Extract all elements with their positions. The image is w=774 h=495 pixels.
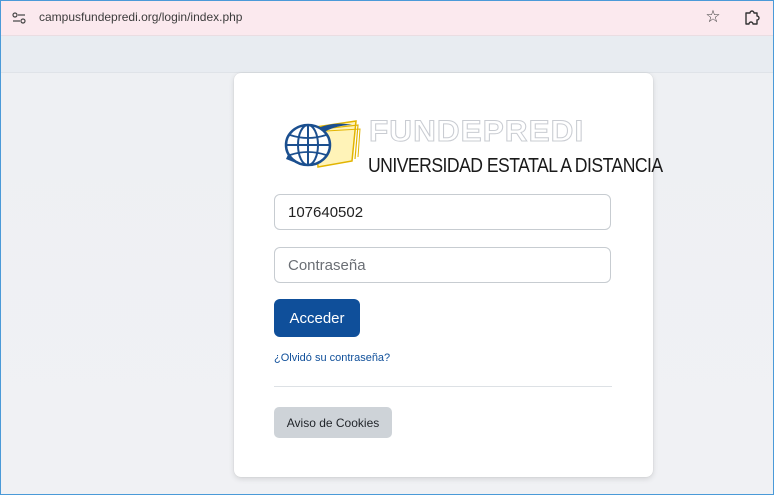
site-info-icon[interactable] — [12, 11, 26, 25]
login-button[interactable]: Acceder — [274, 299, 360, 337]
globe-logo-icon — [284, 120, 361, 168]
cookies-notice-button[interactable]: Aviso de Cookies — [274, 407, 392, 438]
logo-subtitle: UNIVERSIDAD ESTATAL A DISTANCIA — [368, 155, 663, 177]
password-field[interactable] — [274, 247, 611, 283]
logo-wordmark: FUNDEPREDI — [368, 115, 585, 149]
page-header-band — [1, 36, 773, 73]
puzzle-icon[interactable] — [743, 8, 761, 26]
username-field[interactable] — [274, 194, 611, 230]
star-icon[interactable]: ☆ — [703, 6, 723, 28]
url-text[interactable]: campusfundepredi.org/login/index.php — [39, 10, 242, 24]
divider — [274, 386, 612, 387]
login-card: FUNDEPREDI UNIVERSIDAD ESTATAL A DISTANC… — [234, 73, 663, 477]
forgot-password-link[interactable]: ¿Olvidó su contraseña? — [274, 352, 390, 364]
address-bar[interactable]: campusfundepredi.org/login/index.php ☆ — [1, 1, 773, 36]
browser-window: campusfundepredi.org/login/index.php ☆ F… — [0, 0, 774, 495]
